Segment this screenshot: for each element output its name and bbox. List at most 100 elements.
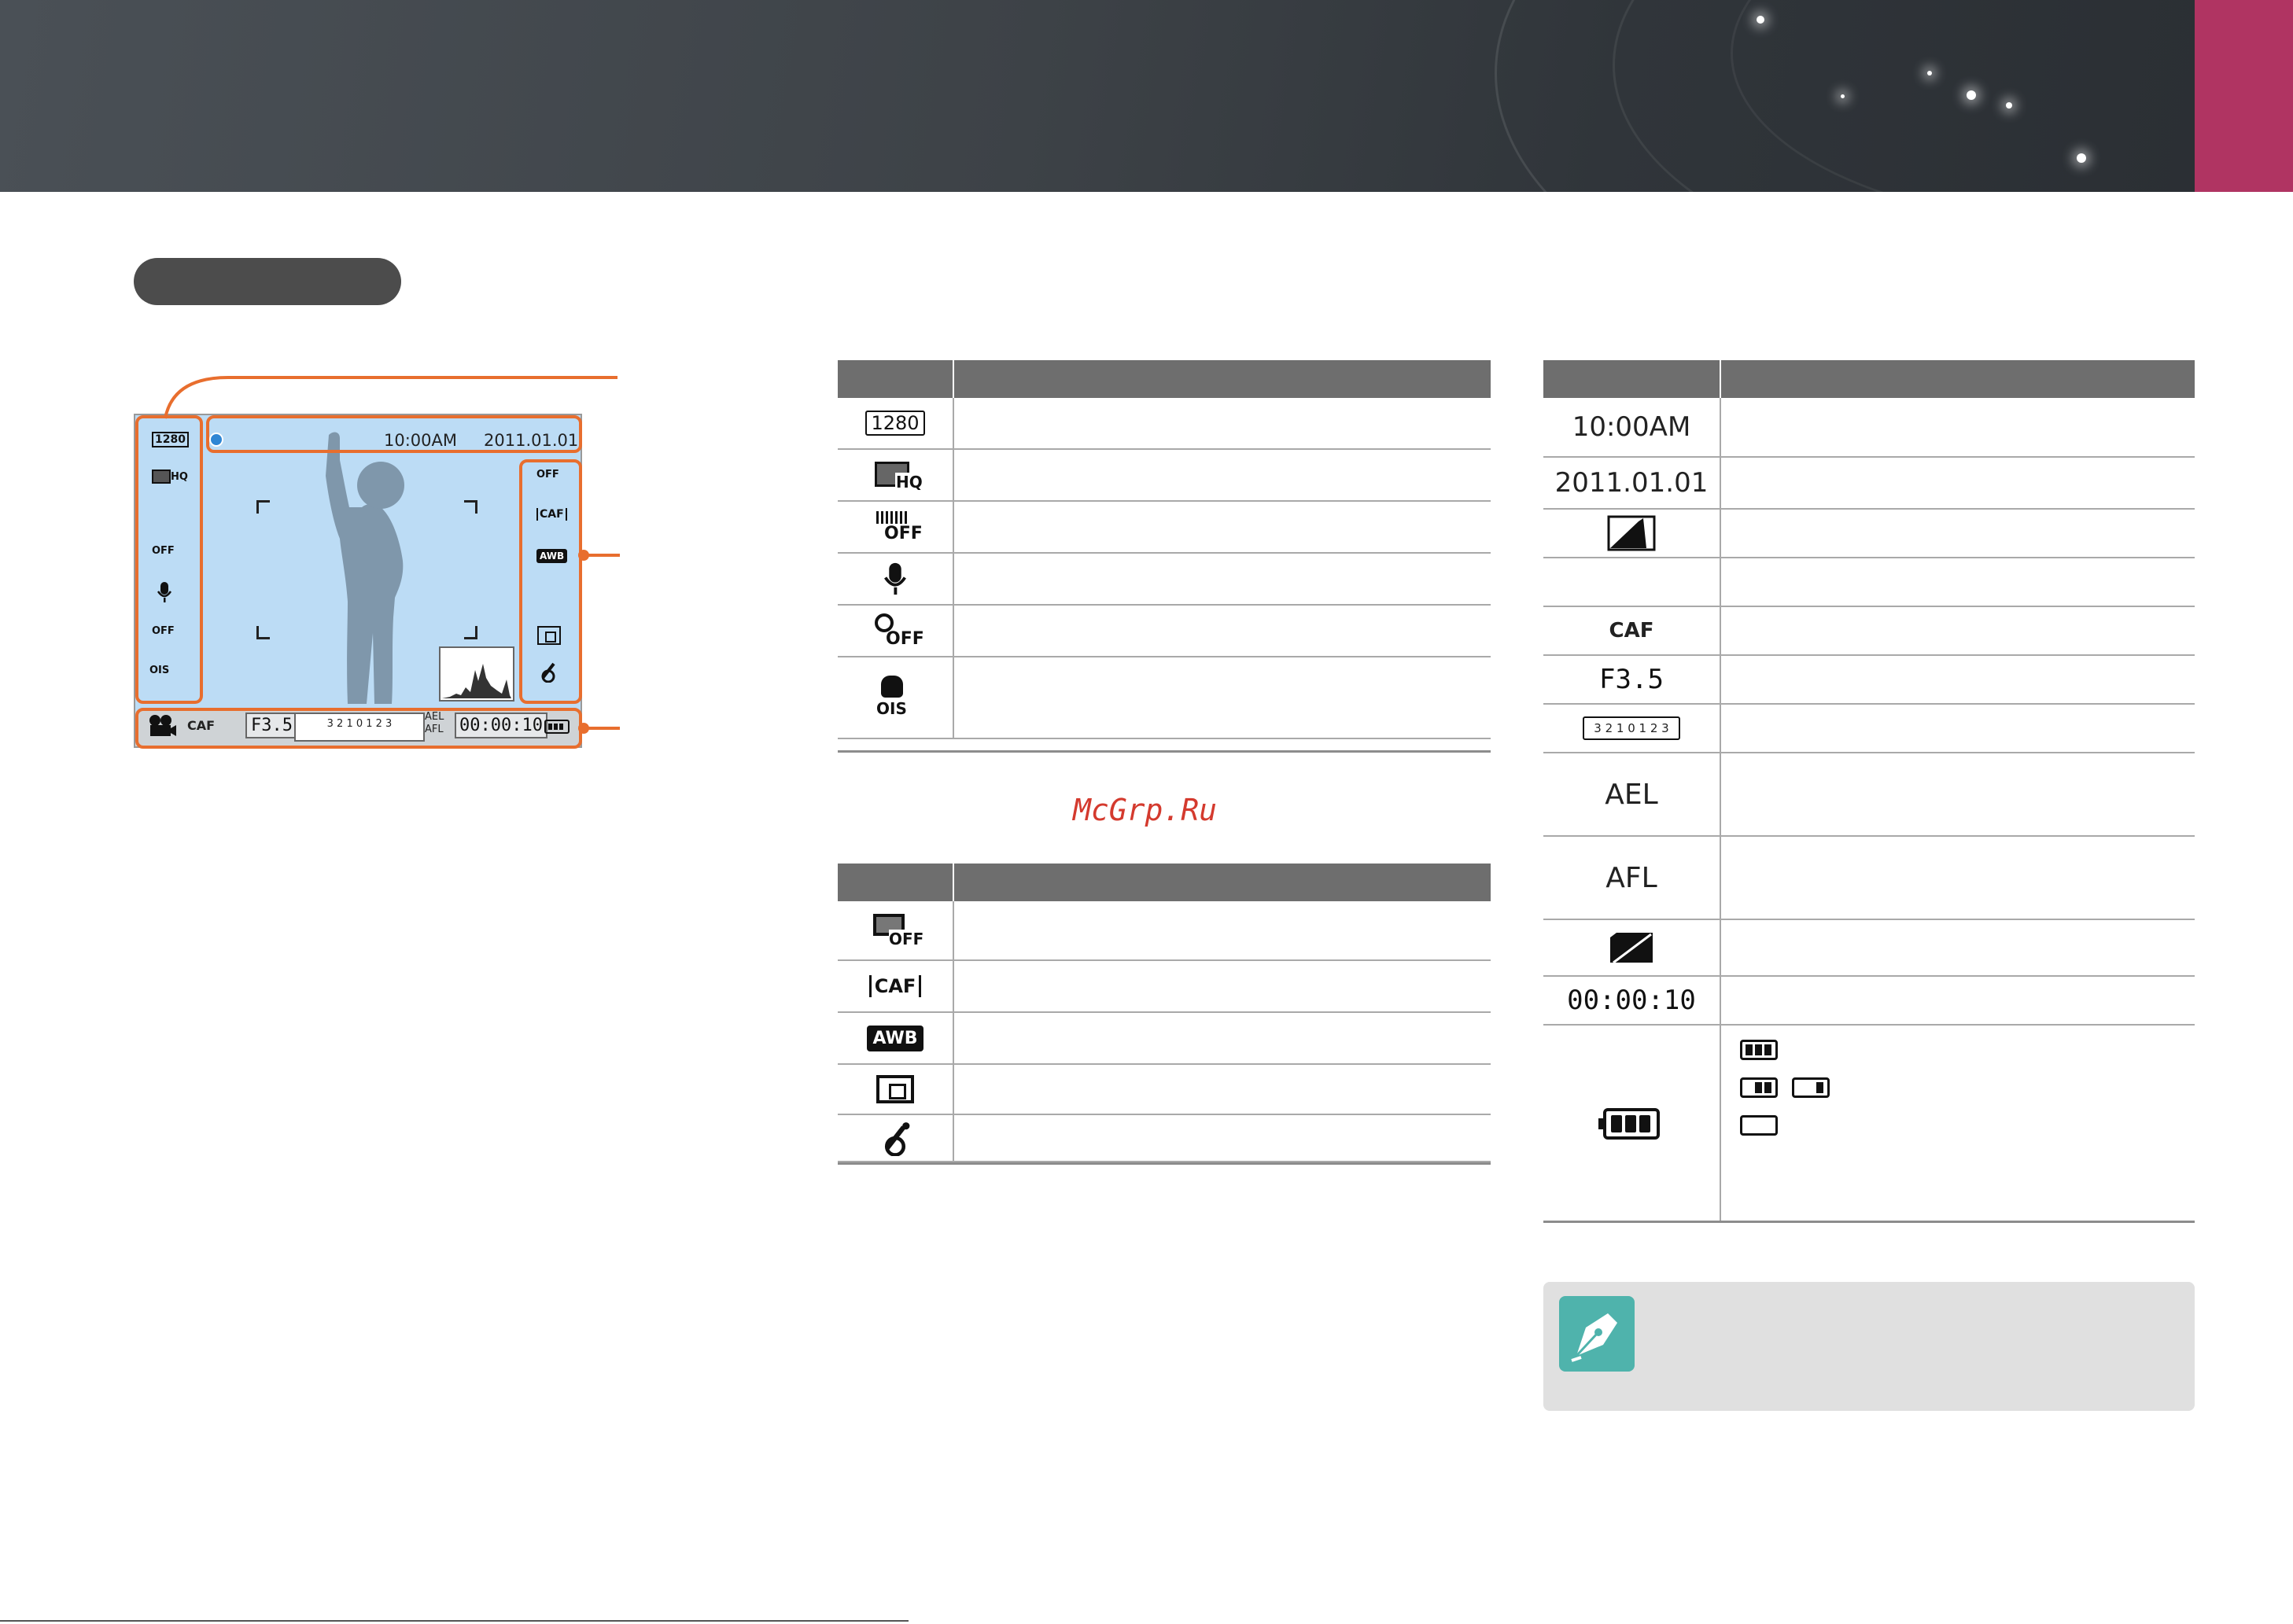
table-icon-cell: OIS <box>838 657 953 738</box>
wind-cut-off-label: OFF <box>884 524 923 543</box>
table-row: OIS <box>838 657 1491 739</box>
quality-hq-icon: HQ <box>872 458 923 492</box>
watermark-text: McGrp.Ru <box>1073 793 1218 827</box>
table-1-header <box>838 360 1491 398</box>
table-2-header <box>838 864 1491 901</box>
no-card-icon <box>1610 933 1653 964</box>
table-icon-cell <box>838 554 953 604</box>
table-row: HQ <box>838 450 1491 502</box>
caf-icon: CAF <box>1609 619 1654 643</box>
focus-frame-corner <box>464 500 477 514</box>
table-row: OFF <box>838 606 1491 657</box>
callout-box-status-bar <box>135 708 582 749</box>
table-row <box>838 1115 1491 1162</box>
resolution-1280-icon: 1280 <box>865 411 925 436</box>
page-header-banner <box>0 0 2293 192</box>
ois-icon: OIS <box>872 674 919 721</box>
table-icon-cell: 1280 <box>838 398 953 448</box>
table-row: 3 2 1 0 1 2 3 <box>1543 705 2195 753</box>
metering-icon <box>876 1075 914 1103</box>
note-pen-icon <box>1559 1296 1635 1372</box>
battery-icon <box>1598 1108 1660 1140</box>
table-row <box>1543 510 2195 558</box>
smart-filter-off-icon: OFF <box>872 912 924 948</box>
voice-off-label: OFF <box>886 629 924 649</box>
table-icon-cell: CAF <box>838 961 953 1011</box>
table-row: CAF <box>838 961 1491 1013</box>
table-row: 10:00AM <box>1543 398 2195 458</box>
table-row <box>1543 920 2195 977</box>
note-box <box>1543 1282 2195 1411</box>
table-icon-cell: OFF <box>838 901 953 959</box>
quality-hq-label: HQ <box>895 473 923 492</box>
table-3-header <box>1543 360 2195 398</box>
table-icon-cell <box>1543 510 1720 557</box>
ael-icon: AEL <box>1605 778 1658 811</box>
focus-frame-corner <box>256 500 270 514</box>
table-row <box>1543 1026 2195 1222</box>
callout-dot <box>578 550 589 561</box>
chapter-tab <box>2195 0 2293 192</box>
exposure-scale-icon: 3 2 1 0 1 2 3 <box>1583 716 1680 740</box>
child-silhouette <box>326 432 404 704</box>
table-row: CAF <box>1543 607 2195 656</box>
table-row: 2011.01.01 <box>1543 458 2195 510</box>
mic-icon <box>884 562 906 595</box>
face-retouch-icon <box>884 1122 910 1156</box>
table-row <box>838 1065 1491 1115</box>
afl-icon: AFL <box>1605 861 1657 894</box>
table-row: OFF <box>838 901 1491 961</box>
histogram-icon <box>1607 515 1656 551</box>
caf-bracket-icon: CAF <box>868 975 922 997</box>
battery-full-icon <box>1740 1040 1778 1060</box>
smart-filter-off-label: OFF <box>889 930 924 948</box>
table-row: 1280 <box>838 398 1491 450</box>
table-bottom-rule <box>838 750 1491 753</box>
table-row: AWB <box>838 1013 1491 1065</box>
wind-cut-off-icon: OFF <box>870 510 923 544</box>
header-sparkle <box>1967 90 1976 100</box>
table-row: AEL <box>1543 753 2195 837</box>
table-row: AFL <box>1543 837 2195 920</box>
table-row: 00:00:10 <box>1543 977 2195 1026</box>
pen-nib-icon <box>1571 1313 1617 1362</box>
battery-low-icon <box>1792 1077 1830 1098</box>
callout-leader-top <box>164 376 617 419</box>
header-sparkle <box>2077 153 2086 163</box>
callout-dot <box>578 723 589 734</box>
section-label-pill <box>134 258 401 305</box>
header-sparkle <box>1841 94 1845 98</box>
time-display-icon: 10:00AM <box>1572 411 1691 443</box>
table-icon-cell <box>1543 920 1720 975</box>
table-bottom-rule <box>1543 1221 2195 1223</box>
voice-off-icon: OFF <box>870 612 924 650</box>
footer-rule <box>0 1620 909 1622</box>
date-display-icon: 2011.01.01 <box>1554 467 1709 499</box>
empty-icon-cell <box>1543 558 1720 606</box>
header-sparkle <box>1757 16 1764 24</box>
table-row <box>838 554 1491 606</box>
table-icon-cell: OFF <box>838 502 953 552</box>
awb-icon: AWB <box>867 1025 923 1051</box>
callout-box-left-icons <box>135 415 203 704</box>
table-icon-cell: 3 2 1 0 1 2 3 <box>1543 705 1720 752</box>
battery-empty-icon <box>1740 1115 1778 1136</box>
battery-medium-icon <box>1740 1077 1778 1098</box>
table-row: F3.5 <box>1543 656 2195 705</box>
table-row <box>1543 558 2195 607</box>
ois-label: OIS <box>876 699 907 718</box>
table-icon-cell: AWB <box>838 1013 953 1063</box>
header-sparkle <box>2006 102 2012 109</box>
table-icon-cell <box>1543 1026 1720 1222</box>
table-row: OFF <box>838 502 1491 554</box>
header-sparkle <box>1927 71 1932 75</box>
histogram-overlay <box>439 646 514 702</box>
focus-frame-corner <box>256 626 270 639</box>
table-icon-cell <box>838 1115 953 1161</box>
table-bottom-rule <box>838 1162 1491 1165</box>
table-icon-cell: HQ <box>838 450 953 500</box>
callout-box-right-icons <box>519 459 582 704</box>
recording-time-icon: 00:00:10 <box>1567 985 1696 1016</box>
table-icon-cell <box>838 1065 953 1114</box>
focus-frame-corner <box>464 626 477 639</box>
